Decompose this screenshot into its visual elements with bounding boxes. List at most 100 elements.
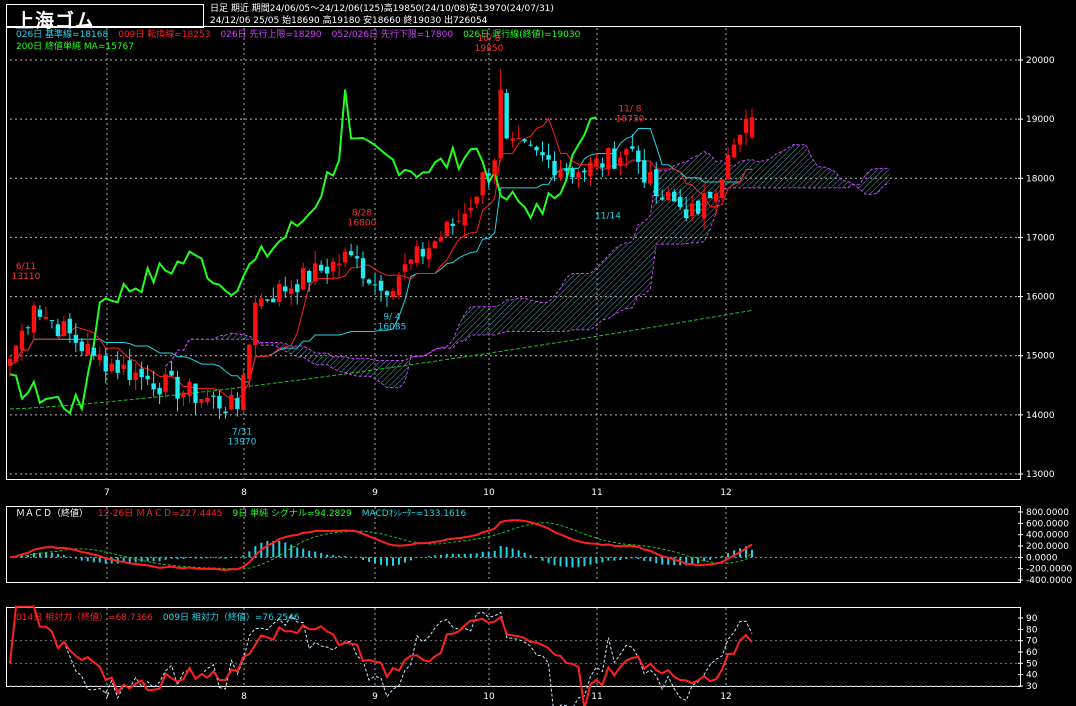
candle-body — [522, 139, 527, 142]
candle-body — [642, 160, 647, 183]
candle-body — [55, 324, 61, 337]
candle-body — [618, 157, 623, 167]
chart-window: 上海ゴム 日足 期近 期間24/06/05～24/12/06(125)高1985… — [0, 0, 1076, 706]
candle-body — [444, 221, 450, 237]
candle-body — [49, 320, 55, 322]
candle-body — [109, 363, 114, 372]
candle-body — [510, 138, 515, 141]
candle-body — [666, 191, 671, 201]
month-label-price: 7 — [104, 488, 110, 498]
candle-body — [271, 298, 276, 303]
candle-body — [468, 207, 473, 211]
candle-body — [564, 168, 569, 172]
annotation-value: 19850 — [475, 44, 504, 54]
rsi-tick-label: 70 — [1026, 637, 1038, 647]
macd-tick-label: -400.0000 — [1026, 576, 1072, 586]
month-label-price: 10 — [483, 488, 495, 498]
month-label-price: 11 — [591, 488, 602, 498]
candle-body — [312, 263, 318, 282]
candle-body — [660, 197, 665, 200]
candle-body — [528, 144, 533, 146]
candle-body — [348, 251, 354, 256]
candle-body — [534, 146, 539, 151]
candle-body — [79, 341, 85, 352]
candle-body — [67, 318, 73, 334]
candle-body — [336, 263, 342, 265]
candle-body — [223, 411, 228, 414]
annotation-date: 11/ 8 — [618, 105, 641, 115]
price-tick-label: 13000 — [1026, 470, 1055, 480]
candle-body — [432, 241, 438, 249]
candle-body — [624, 149, 629, 155]
candle-body — [247, 344, 252, 380]
macd-tick-label: 600.0000 — [1026, 519, 1069, 529]
rsi-tick-label: 90 — [1026, 614, 1038, 624]
candle-body — [408, 259, 414, 264]
candle-body — [582, 170, 587, 173]
candle-body — [318, 264, 324, 271]
candle-body — [743, 118, 749, 133]
candle-body — [259, 298, 264, 307]
candle-body — [636, 150, 641, 163]
month-label-rsi: 10 — [483, 692, 495, 702]
candle-body — [199, 399, 204, 403]
candle-body — [749, 117, 755, 138]
candle-body — [85, 343, 90, 356]
candle-body — [396, 276, 402, 296]
candle-body — [169, 370, 174, 376]
candle-body — [713, 193, 719, 202]
candle-body — [354, 256, 360, 259]
candle-body — [456, 220, 461, 222]
candle-body — [289, 288, 294, 294]
ichimoku-cloud — [165, 144, 890, 388]
rsi9-line — [9, 606, 753, 706]
candle-body — [43, 316, 49, 319]
month-label-rsi: 12 — [720, 692, 731, 702]
candle-body — [606, 147, 611, 170]
candle-body — [342, 251, 348, 263]
candle-body — [360, 258, 366, 279]
candle-body — [498, 89, 503, 159]
candle-body — [552, 160, 557, 176]
candle-body — [121, 364, 126, 369]
candle-body — [725, 155, 731, 179]
rsi-tick-label: 30 — [1026, 682, 1038, 692]
candle-body — [492, 160, 497, 175]
candle-body — [127, 360, 132, 380]
candle-body — [540, 152, 545, 156]
candle-body — [648, 172, 653, 184]
month-label-rsi: 8 — [241, 692, 247, 702]
candle-body — [103, 355, 108, 372]
candle-body — [474, 196, 479, 204]
candle-body — [181, 392, 186, 398]
candle-body — [588, 162, 593, 177]
annotation-value: 13110 — [12, 272, 41, 282]
candle-body — [558, 169, 563, 178]
month-label-price: 8 — [241, 488, 247, 498]
candle-body — [139, 368, 144, 378]
candle-body — [187, 381, 192, 396]
candle-body — [420, 248, 426, 257]
candle-body — [235, 398, 240, 409]
chart-svg: 20000 19000 18000 17000 16000 15000 14000 13000… — [7, 28, 1072, 706]
annotation-value: 16085 — [378, 322, 407, 332]
annotation-date: 7/31 — [232, 428, 252, 438]
candle-body — [737, 134, 743, 145]
candle-body — [402, 264, 408, 272]
candle-body — [516, 137, 521, 139]
month-label-price: 12 — [720, 488, 731, 498]
candle-body — [654, 169, 659, 197]
candle-body — [7, 358, 13, 366]
candle-body — [31, 305, 37, 333]
candle-body — [462, 213, 467, 226]
candle-body — [504, 93, 509, 139]
candle-body — [91, 347, 96, 356]
price-tick-label: 15000 — [1026, 352, 1055, 362]
candle-body — [73, 334, 79, 343]
candle-body — [306, 270, 312, 283]
price-tick-label: 20000 — [1026, 56, 1055, 66]
candle-body — [570, 167, 575, 178]
macd-tick-label: 200.0000 — [1026, 542, 1069, 552]
candle-body — [719, 179, 725, 199]
candle-body — [414, 246, 420, 263]
